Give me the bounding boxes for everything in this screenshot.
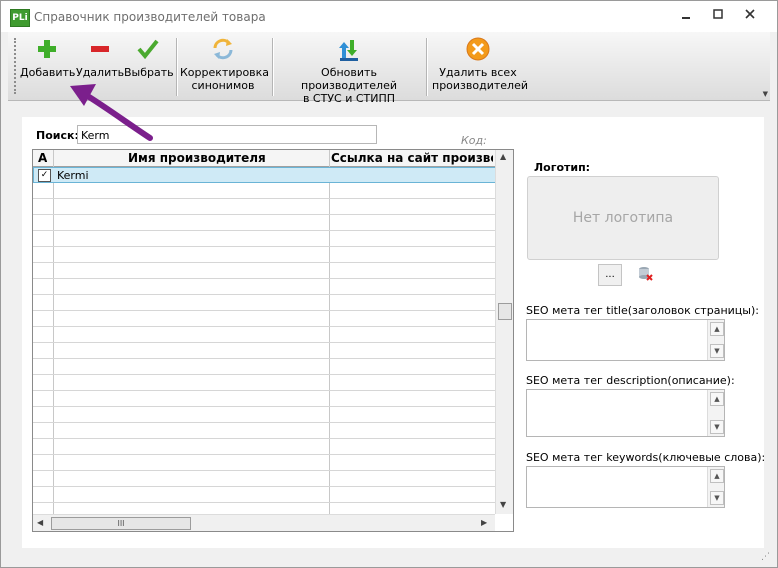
annotation-arrow-line (83, 92, 153, 141)
annotation-arrow-head (70, 84, 96, 106)
annotation-arrow (70, 84, 153, 141)
